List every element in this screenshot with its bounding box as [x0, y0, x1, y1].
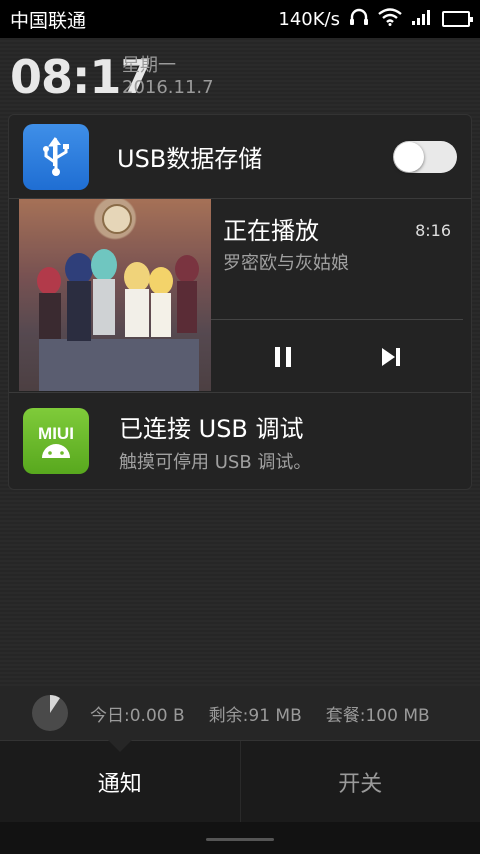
usb-debug-notification[interactable]: MIUI 已连接 USB 调试 触摸可停用 USB 调试。: [9, 393, 471, 489]
music-notification[interactable]: 正在播放 8:16 罗密欧与灰姑娘: [9, 199, 471, 393]
usb-storage-title: USB数据存储: [117, 145, 263, 173]
signal-icon: [411, 8, 433, 31]
carrier-name: 中国联通: [10, 9, 87, 32]
miui-icon-label: MIUI: [38, 424, 74, 443]
usb-icon: [23, 123, 89, 190]
android-icon: [42, 444, 70, 458]
date-box: 星期一 2016.11.7: [122, 55, 214, 99]
tab-toggles[interactable]: 开关: [241, 741, 480, 822]
usb-storage-notification[interactable]: USB数据存储: [9, 115, 471, 199]
date: 2016.11.7: [122, 77, 214, 98]
usb-debug-subtitle: 触摸可停用 USB 调试。: [119, 451, 312, 473]
weekday: 星期一: [122, 55, 176, 76]
music-artist: 罗密欧与灰姑娘: [223, 253, 349, 274]
tab-notifications[interactable]: 通知: [0, 740, 241, 822]
next-icon[interactable]: [371, 337, 411, 377]
status-icons: 140K/s: [278, 7, 473, 31]
drag-handle[interactable]: [206, 838, 274, 841]
toggle-knob: [394, 141, 424, 172]
shade-tabs: 通知 开关: [0, 740, 480, 822]
usb-debug-title: 已连接 USB 调试: [119, 414, 304, 443]
headset-icon: [349, 8, 369, 31]
data-remaining: 剩余:91 MB: [208, 705, 302, 726]
wifi-icon: [378, 7, 402, 31]
notification-card: USB数据存储 正在播放 8:16 罗密欧与灰姑娘 MIUI 已连接 USB 调…: [8, 114, 472, 490]
battery-icon: [442, 11, 473, 27]
pause-icon[interactable]: [263, 337, 303, 377]
shade-handle-bar[interactable]: [0, 822, 480, 854]
miui-icon: MIUI: [23, 408, 89, 474]
music-divider: [211, 319, 463, 320]
music-time: 8:16: [415, 221, 451, 240]
data-today: 今日:0.00 B: [90, 705, 185, 726]
usb-debug-text: 已连接 USB 调试 触摸可停用 USB 调试。: [119, 409, 311, 474]
data-plan: 套餐:100 MB: [325, 705, 430, 726]
music-title: 正在播放: [223, 217, 319, 245]
usb-storage-toggle[interactable]: [393, 140, 457, 173]
album-art: [19, 199, 211, 391]
data-usage-bar[interactable]: 今日:0.00 B 剩余:91 MB 套餐:100 MB: [0, 686, 480, 740]
network-speed: 140K/s: [278, 8, 340, 30]
data-usage-pie-icon: [32, 695, 68, 731]
status-bar: 中国联通 140K/s: [0, 0, 480, 38]
